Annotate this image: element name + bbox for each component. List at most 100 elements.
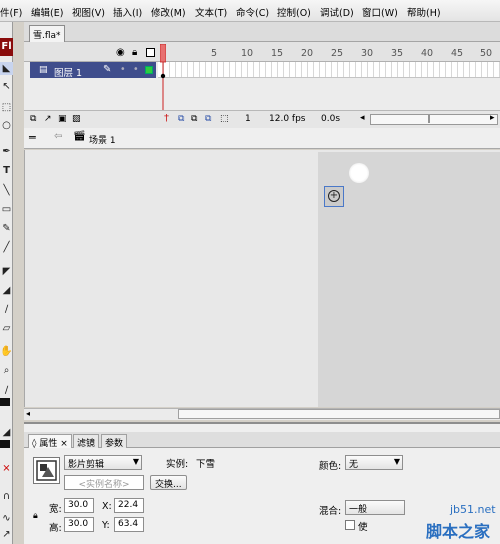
timeline-toggle-icon[interactable]: ═ — [29, 131, 36, 144]
blend-mode-select[interactable]: 一般 — [345, 500, 405, 515]
insert-folder-icon[interactable]: ▣ — [58, 114, 67, 124]
cache-bitmap-checkbox[interactable] — [345, 520, 355, 530]
rectangle-tool-icon[interactable]: ▭ — [0, 203, 13, 216]
center-frame-icon[interactable]: † — [164, 113, 169, 124]
instance-name-input[interactable]: <实例名称> — [64, 475, 144, 490]
brush-tool-icon[interactable]: ╱ — [0, 241, 13, 254]
scene-name[interactable]: 场景 1 — [89, 133, 116, 146]
stroke-swatch[interactable] — [0, 398, 10, 406]
scroll-left-arrow-icon[interactable]: ◂ — [26, 409, 30, 418]
straighten-icon[interactable]: ↗ — [0, 528, 13, 541]
subselection-tool-icon[interactable]: ↖ — [0, 80, 13, 93]
menu-window[interactable]: 窗口(W) — [362, 5, 398, 19]
menu-commands[interactable]: 命令(C) — [236, 5, 269, 19]
menu-control[interactable]: 控制(O) — [277, 5, 311, 19]
scroll-right-arrow-icon[interactable]: ▸ — [490, 113, 495, 123]
menu-text[interactable]: 文本(T) — [195, 5, 227, 19]
symbol-type-select[interactable]: 影片剪辑 ▼ — [64, 455, 142, 470]
menu-file[interactable]: 件(F) — [0, 5, 22, 19]
pencil-icon: ✎ — [103, 64, 112, 75]
document-tab-bar — [24, 22, 500, 42]
show-hide-all-layers-icon[interactable]: ◉ — [116, 47, 125, 58]
tab-parameters[interactable]: 参数 — [101, 434, 128, 449]
fill-color-icon[interactable]: ◢ — [0, 426, 13, 439]
insert-layer-icon[interactable]: ⧉ — [30, 114, 36, 124]
menu-edit[interactable]: 编辑(E) — [31, 5, 63, 19]
scroll-left-arrow-icon[interactable]: ◂ — [360, 113, 365, 123]
site-watermark: jb51.net 脚本之家 — [420, 503, 500, 544]
frame-number: 30 — [361, 48, 374, 59]
panel-icon: ◊ — [32, 439, 37, 449]
text-tool-icon[interactable]: T — [0, 164, 13, 177]
smooth-icon[interactable]: ∿ — [0, 512, 13, 525]
width-field[interactable]: 30.0 — [64, 498, 94, 513]
menu-view[interactable]: 视图(V) — [72, 5, 105, 19]
timeline-scrollbar[interactable]: ‖ — [370, 114, 498, 125]
delete-layer-icon[interactable]: ▨ — [72, 114, 81, 124]
add-guide-layer-icon[interactable]: ↗ — [44, 114, 52, 124]
flash-logo: Fl — [0, 38, 13, 56]
scroll-grip-icon: ‖ — [427, 114, 431, 123]
cache-bitmap-label: 使 — [358, 522, 368, 533]
onion-skin-icon[interactable]: ⧉ — [178, 114, 184, 124]
lock-all-layers-icon[interactable]: 🔒︎ — [132, 47, 137, 58]
color-label: 颜色: — [319, 461, 342, 472]
layer-icon: ▤ — [39, 65, 48, 75]
zoom-tool-icon[interactable]: ⌕ — [0, 364, 13, 377]
frame-number: 40 — [421, 48, 434, 59]
color-effect-select[interactable]: 无 ▼ — [345, 455, 403, 470]
pencil-tool-icon[interactable]: ✎ — [0, 222, 13, 235]
menu-debug[interactable]: 调试(D) — [320, 5, 354, 19]
scrollbar-thumb[interactable] — [178, 409, 500, 419]
paint-bucket-tool-icon[interactable]: ◢ — [0, 284, 13, 297]
layer-row[interactable]: ▤ 图层 1 ✎ • • — [30, 62, 156, 79]
tab-filters[interactable]: 滤镜 — [73, 434, 100, 449]
outline-color-swatch[interactable] — [145, 66, 153, 74]
snap-to-objects-icon[interactable]: ∩ — [0, 490, 13, 503]
menu-bar: 件(F) 编辑(E) 视图(V) 插入(I) 修改(M) 文本(T) 命令(C)… — [0, 0, 500, 22]
eyedropper-tool-icon[interactable]: ∕ — [0, 303, 13, 316]
document-tab[interactable]: 雪.fla* — [29, 25, 65, 42]
swap-button[interactable]: 交换... — [150, 475, 187, 490]
snowflake-graphic[interactable] — [349, 163, 369, 183]
registration-point-icon: + — [328, 190, 340, 202]
stage[interactable] — [318, 152, 500, 407]
frame-rate[interactable]: 12.0 fps — [269, 114, 305, 124]
visibility-dot-icon[interactable]: • — [120, 64, 126, 75]
blend-mode-value: 一般 — [349, 505, 368, 515]
no-color-icon[interactable]: ⨯ — [0, 462, 13, 475]
frame-number: 20 — [301, 48, 314, 59]
menu-help[interactable]: 帮助(H) — [407, 5, 441, 19]
movie-clip-icon — [36, 460, 57, 481]
y-label: Y: — [102, 520, 110, 531]
layer-frames[interactable] — [158, 62, 500, 78]
lock-proportions-icon[interactable]: 🔒︎ — [33, 511, 38, 521]
menu-insert[interactable]: 插入(I) — [113, 5, 142, 19]
x-field[interactable]: 22.4 — [114, 498, 144, 513]
instance-of-value: 下雪 — [196, 459, 216, 470]
tab-properties[interactable]: ◊ 属性 × — [28, 434, 72, 449]
edit-bar: ═ ⇦ 🎬︎ 场景 1 — [24, 128, 500, 149]
selection-tool-icon[interactable]: ◣ — [0, 62, 13, 75]
frame-number: 25 — [331, 48, 344, 59]
outline-all-layers-icon[interactable] — [146, 48, 155, 57]
pen-tool-icon[interactable]: ✒ — [0, 145, 13, 158]
free-transform-tool-icon[interactable]: ⬚ — [0, 101, 13, 114]
onion-skin-outlines-icon[interactable]: ⧉ — [191, 114, 197, 124]
lasso-tool-icon[interactable]: ○ — [0, 119, 13, 132]
hand-tool-icon[interactable]: ✋ — [0, 345, 13, 358]
current-frame: 1 — [245, 114, 251, 124]
fill-swatch[interactable] — [0, 440, 10, 448]
modify-onion-markers-icon[interactable]: ⬚ — [220, 114, 229, 124]
line-tool-icon[interactable]: ╲ — [0, 184, 13, 197]
height-field[interactable]: 30.0 — [64, 517, 94, 532]
menu-modify[interactable]: 修改(M) — [151, 5, 186, 19]
edit-multiple-frames-icon[interactable]: ⧉ — [205, 114, 211, 124]
close-icon[interactable]: × — [60, 439, 68, 449]
eraser-tool-icon[interactable]: ▱ — [0, 322, 13, 335]
stroke-color-icon[interactable]: ∕ — [0, 384, 13, 397]
ink-bottle-tool-icon[interactable]: ◤ — [0, 265, 13, 278]
back-arrow-icon[interactable]: ⇦ — [54, 131, 62, 142]
y-field[interactable]: 63.4 — [114, 517, 144, 532]
lock-dot-icon[interactable]: • — [133, 64, 139, 75]
